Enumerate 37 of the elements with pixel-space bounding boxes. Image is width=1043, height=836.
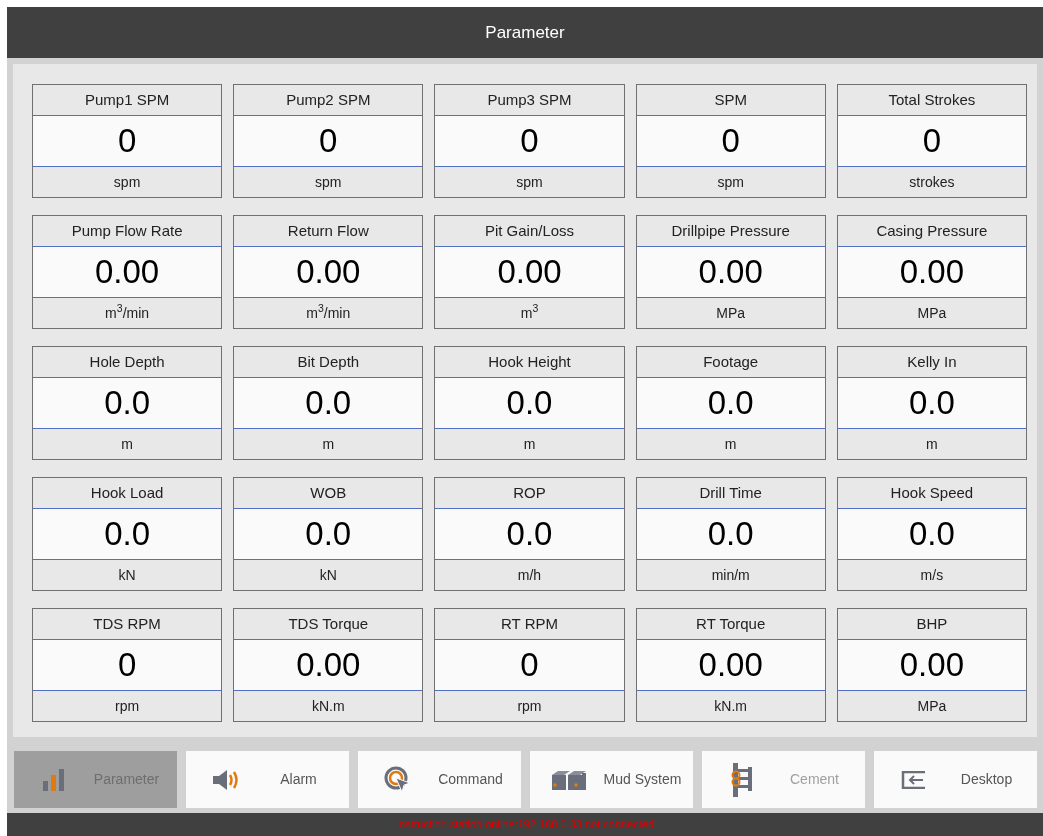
status-message: Instruction station online:192.168.0.33 not connected <box>395 817 655 833</box>
parameter-value: 0.0 <box>234 509 423 560</box>
parameter-value: 0.0 <box>435 378 624 429</box>
exit-icon <box>901 770 927 789</box>
nav-button[interactable]: Mud System <box>530 751 693 808</box>
parameter-value: 0 <box>435 640 624 691</box>
nav-button[interactable]: Command <box>358 751 521 808</box>
parameter-value: 0 <box>33 640 222 691</box>
parameter-value: 0.00 <box>837 640 1026 691</box>
parameter-value: 0.00 <box>234 640 423 691</box>
parameter-value: 0.00 <box>636 247 825 298</box>
parameter-value: 0.00 <box>837 247 1026 298</box>
bar-chart-icon <box>42 768 66 791</box>
parameter-value: 0.0 <box>837 509 1026 560</box>
parameter-value: 0.00 <box>33 247 222 298</box>
nav-button[interactable]: Desktop <box>874 751 1037 808</box>
tanks-icon <box>551 768 589 791</box>
parameter-value: 0.00 <box>435 247 624 298</box>
parameter-value: 0 <box>435 116 624 167</box>
parameter-value: 0.00 <box>234 247 423 298</box>
parameter-value: 0.0 <box>435 509 624 560</box>
parameter-value: 0 <box>234 116 423 167</box>
parameter-value: 0.0 <box>636 378 825 429</box>
parameter-value: 0.00 <box>636 640 825 691</box>
manifold-icon <box>731 762 753 797</box>
parameter-value: 0.0 <box>33 509 222 560</box>
parameter-value: 0.0 <box>33 378 222 429</box>
target-cursor-icon <box>384 765 412 794</box>
title-bar: Parameter <box>7 7 1043 58</box>
parameter-value: 0 <box>33 116 222 167</box>
nav-button[interactable]: Alarm <box>186 751 349 808</box>
parameter-value: 0.0 <box>636 509 825 560</box>
parameter-value: 0 <box>636 116 825 167</box>
parameter-value: 0 <box>837 116 1026 167</box>
speaker-icon <box>212 768 240 791</box>
parameter-value: 0.0 <box>234 378 423 429</box>
parameter-value: 0.0 <box>837 378 1026 429</box>
